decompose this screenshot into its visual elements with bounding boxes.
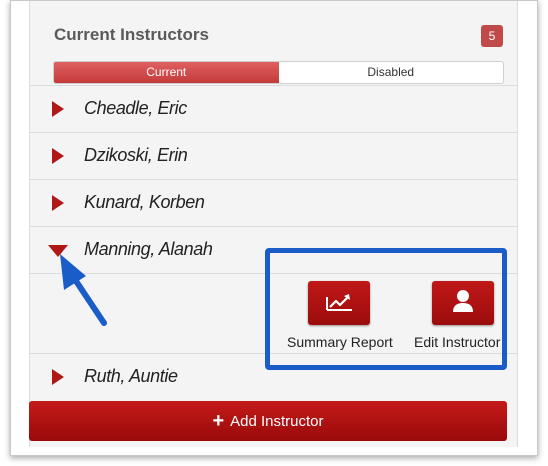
summary-report-button[interactable] — [308, 281, 370, 325]
instructors-panel: Current Instructors 5 Current Disabled C… — [29, 1, 518, 447]
instructor-row[interactable]: Cheadle, Eric — [30, 85, 517, 131]
panel-title: Current Instructors — [54, 25, 209, 44]
expand-arrow-icon[interactable] — [52, 148, 64, 164]
screenshot-frame: Current Instructors 5 Current Disabled C… — [10, 0, 538, 456]
expand-arrow-icon[interactable] — [52, 369, 64, 385]
instructor-name: Dzikoski, Erin — [84, 145, 188, 165]
user-icon — [453, 290, 473, 312]
expand-arrow-icon[interactable] — [52, 101, 64, 117]
instructor-row[interactable]: Ruth, Auntie — [30, 353, 517, 399]
instructor-row-expanded[interactable]: Manning, Alanah — [30, 226, 517, 272]
instructor-name: Cheadle, Eric — [84, 98, 187, 118]
line-chart-icon — [326, 294, 352, 311]
tab-current[interactable]: Current — [54, 62, 279, 83]
summary-report-label[interactable]: Summary Report — [287, 334, 393, 350]
instructor-row[interactable]: Kunard, Korben — [30, 179, 517, 225]
instructor-name: Ruth, Auntie — [84, 366, 178, 386]
instructor-actions: Summary Report Edit Instructor — [30, 273, 517, 353]
edit-instructor-button[interactable] — [432, 281, 494, 325]
count-badge: 5 — [481, 25, 503, 47]
add-instructor-label: Add Instructor — [230, 412, 324, 430]
status-toggle: Current Disabled — [53, 61, 504, 84]
instructor-name: Kunard, Korben — [84, 192, 205, 212]
add-instructor-button[interactable]: + Add Instructor — [29, 401, 507, 441]
plus-icon: + — [212, 410, 225, 432]
instructor-name: Manning, Alanah — [84, 239, 213, 259]
expand-arrow-icon[interactable] — [52, 195, 64, 211]
tab-disabled[interactable]: Disabled — [279, 62, 504, 83]
collapse-arrow-icon[interactable] — [48, 245, 68, 257]
edit-instructor-label[interactable]: Edit Instructor — [414, 334, 500, 350]
instructor-row[interactable]: Dzikoski, Erin — [30, 132, 517, 178]
